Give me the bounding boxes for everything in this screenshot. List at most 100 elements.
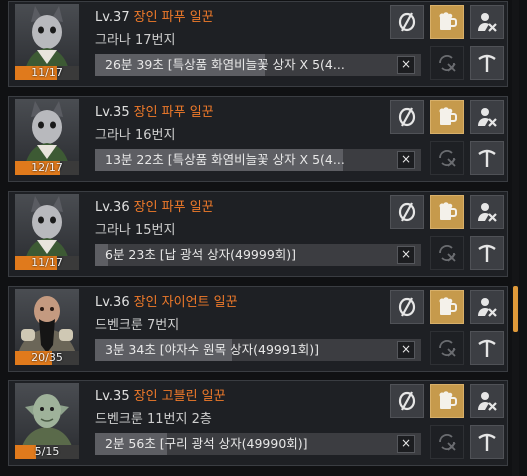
feed-beer-button[interactable] <box>430 100 464 134</box>
worker-card: 20/35 Lv.36 장인 자이언트 일꾼 드벤크룬 7번지 3분 34초 [야… <box>8 286 508 372</box>
skill-toggle-icon <box>398 12 416 32</box>
work-assign-button[interactable] <box>470 46 504 80</box>
stamina-text: 12/17 <box>31 161 63 174</box>
fire-worker-icon <box>478 203 497 222</box>
skill-toggle-button[interactable] <box>390 100 424 134</box>
repeat-task-button[interactable] <box>430 236 464 270</box>
worker-level: Lv.36 <box>95 200 130 215</box>
task-label: 2분 56초 [구리 광석 상자(49990회)] <box>105 436 308 451</box>
worker-name: 장인 자이언트 일꾼 <box>133 295 238 310</box>
task-progress-bar: 13분 22초 [특상품 화염비늘꽃 상자 X 5(4... × <box>95 149 421 171</box>
task-progress-bar: 2분 56초 [구리 광석 상자(49990회)] × <box>95 433 421 455</box>
skill-toggle-icon <box>398 107 416 127</box>
repeat-icon <box>439 55 456 72</box>
worker-title: Lv.36 장인 파푸 일꾼 <box>95 196 214 215</box>
cancel-task-button[interactable]: × <box>397 341 415 359</box>
stamina-text: 11/17 <box>31 256 63 269</box>
work-assign-button[interactable] <box>470 331 504 365</box>
task-label: 3분 34초 [야자수 원목 상자(49991회)] <box>105 342 320 357</box>
repeat-icon <box>439 150 456 167</box>
skill-toggle-button[interactable] <box>390 384 424 418</box>
worker-card: 5/15 Lv.35 장인 고블린 일꾼 드벤크룬 11번지 2층 2분 56초 … <box>8 380 508 466</box>
pickaxe-icon <box>478 339 496 357</box>
worker-title: Lv.37 장인 파푸 일꾼 <box>95 6 214 25</box>
cancel-task-button[interactable]: × <box>397 435 415 453</box>
repeat-task-button[interactable] <box>430 46 464 80</box>
task-label: 26분 39초 [특상품 화염비늘꽃 상자 X 5(4... <box>105 57 345 72</box>
repeat-icon <box>439 434 456 451</box>
task-label: 6분 23초 [납 광석 상자(49999회)] <box>105 247 297 262</box>
pickaxe-icon <box>478 149 496 167</box>
worker-portrait[interactable]: 11/17 <box>15 4 79 80</box>
fire-worker-icon <box>478 108 497 127</box>
worker-portrait[interactable]: 12/17 <box>15 99 79 175</box>
fire-worker-button[interactable] <box>470 384 504 418</box>
task-progress-bar: 26분 39초 [특상품 화염비늘꽃 상자 X 5(4... × <box>95 54 421 76</box>
beer-icon <box>439 297 457 315</box>
worker-title: Lv.35 장인 고블린 일꾼 <box>95 385 226 404</box>
worker-name: 장인 파푸 일꾼 <box>133 105 214 120</box>
fire-worker-icon <box>478 298 497 317</box>
skill-toggle-icon <box>398 297 416 317</box>
stamina-text: 20/35 <box>31 351 63 364</box>
repeat-icon <box>439 245 456 262</box>
worker-portrait[interactable]: 20/35 <box>15 289 79 365</box>
skill-toggle-button[interactable] <box>390 195 424 229</box>
worker-name: 장인 고블린 일꾼 <box>133 389 226 404</box>
repeat-icon <box>439 340 456 357</box>
fire-worker-button[interactable] <box>470 290 504 324</box>
work-assign-button[interactable] <box>470 425 504 459</box>
fire-worker-button[interactable] <box>470 195 504 229</box>
repeat-task-button[interactable] <box>430 331 464 365</box>
skill-toggle-icon <box>398 391 416 411</box>
worker-level: Lv.35 <box>95 389 130 404</box>
cancel-task-button[interactable]: × <box>397 151 415 169</box>
worker-portrait[interactable]: 5/15 <box>15 383 79 459</box>
fire-worker-button[interactable] <box>470 100 504 134</box>
cancel-task-button[interactable]: × <box>397 246 415 264</box>
fire-worker-icon <box>478 392 497 411</box>
beer-icon <box>439 107 457 125</box>
worker-location: 그라나 17번지 <box>95 33 176 48</box>
beer-icon <box>439 202 457 220</box>
worker-level: Lv.35 <box>95 105 130 120</box>
pickaxe-icon <box>478 244 496 262</box>
worker-level: Lv.36 <box>95 295 130 310</box>
worker-card: 11/17 Lv.36 장인 파푸 일꾼 그라나 15번지 6분 23초 [납 광… <box>8 191 508 277</box>
skill-toggle-icon <box>398 202 416 222</box>
skill-toggle-button[interactable] <box>390 290 424 324</box>
worker-title: Lv.35 장인 파푸 일꾼 <box>95 101 214 120</box>
scrollbar-track[interactable] <box>512 0 519 476</box>
stamina-text: 5/15 <box>34 445 60 458</box>
task-progress-bar: 6분 23초 [납 광석 상자(49999회)] × <box>95 244 421 266</box>
worker-location: 그라나 15번지 <box>95 223 176 238</box>
scrollbar-thumb[interactable] <box>513 286 518 332</box>
worker-name: 장인 파푸 일꾼 <box>133 200 214 215</box>
task-label: 13분 22초 [특상품 화염비늘꽃 상자 X 5(4... <box>105 152 345 167</box>
pickaxe-icon <box>478 54 496 72</box>
task-progress-bar: 3분 34초 [야자수 원목 상자(49991회)] × <box>95 339 421 361</box>
worker-name: 장인 파푸 일꾼 <box>133 10 214 25</box>
worker-portrait[interactable]: 11/17 <box>15 194 79 270</box>
worker-list: 11/17 Lv.37 장인 파푸 일꾼 그라나 17번지 26분 39초 [특상… <box>0 0 527 476</box>
pickaxe-icon <box>478 433 496 451</box>
beer-icon <box>439 12 457 30</box>
worker-level: Lv.37 <box>95 10 130 25</box>
repeat-task-button[interactable] <box>430 425 464 459</box>
worker-title: Lv.36 장인 자이언트 일꾼 <box>95 291 238 310</box>
feed-beer-button[interactable] <box>430 5 464 39</box>
work-assign-button[interactable] <box>470 141 504 175</box>
stamina-text: 11/17 <box>31 66 63 79</box>
fire-worker-button[interactable] <box>470 5 504 39</box>
cancel-task-button[interactable]: × <box>397 56 415 74</box>
worker-card: 11/17 Lv.37 장인 파푸 일꾼 그라나 17번지 26분 39초 [특상… <box>8 1 508 87</box>
worker-location: 드벤크룬 7번지 <box>95 318 180 333</box>
worker-card: 12/17 Lv.35 장인 파푸 일꾼 그라나 16번지 13분 22초 [특상… <box>8 96 508 182</box>
feed-beer-button[interactable] <box>430 384 464 418</box>
feed-beer-button[interactable] <box>430 290 464 324</box>
work-assign-button[interactable] <box>470 236 504 270</box>
skill-toggle-button[interactable] <box>390 5 424 39</box>
worker-location: 그라나 16번지 <box>95 128 176 143</box>
repeat-task-button[interactable] <box>430 141 464 175</box>
feed-beer-button[interactable] <box>430 195 464 229</box>
